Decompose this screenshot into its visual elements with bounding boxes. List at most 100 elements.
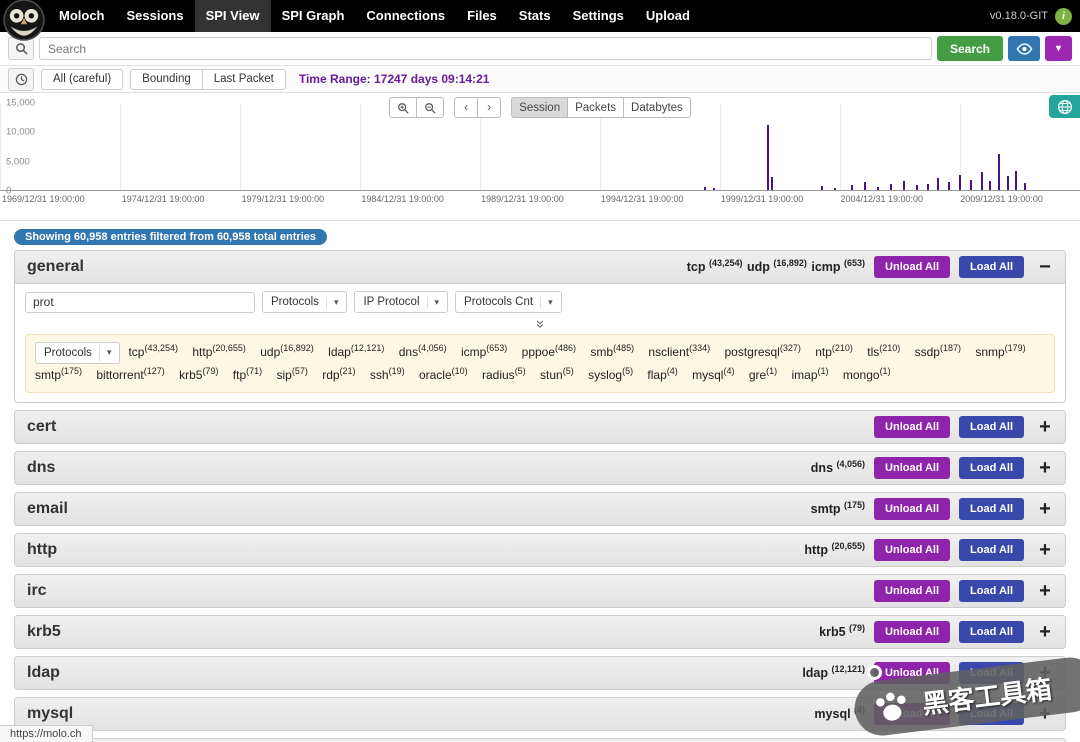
expand-icon[interactable]: + [1037, 622, 1053, 642]
info-icon[interactable]: i [1055, 7, 1072, 25]
nav-item-spi-view[interactable]: SPI View [194, 0, 271, 32]
spi-value[interactable]: smb(485) [590, 343, 634, 359]
spi-value[interactable]: oracle(10) [419, 366, 468, 382]
nav-item-connections[interactable]: Connections [355, 0, 456, 32]
spi-value[interactable]: radius(5) [482, 366, 526, 382]
field-dropdown-ip-protocol[interactable]: IP Protocol ▾ [354, 291, 449, 313]
load-all-button[interactable]: Load All [959, 620, 1024, 643]
field-dropdown-protocols[interactable]: Protocols ▾ [262, 291, 348, 313]
time-range-select[interactable]: All (careful) [41, 68, 124, 90]
spi-value[interactable]: http(20,655) [192, 343, 246, 359]
last-packet-select[interactable]: Last Packet [201, 68, 286, 90]
section-header-dns[interactable]: dns dns (4,056) Unload All Load All + [14, 450, 1066, 485]
expand-icon[interactable]: + [1037, 417, 1053, 437]
spi-header-stat[interactable]: ldap (12,121) [802, 664, 865, 680]
spi-value[interactable]: tcp(43,254) [128, 343, 178, 359]
spi-value[interactable]: syslog(5) [588, 366, 633, 382]
load-all-button[interactable]: Load All [959, 579, 1024, 602]
spi-value[interactable]: stun(5) [540, 366, 574, 382]
expand-icon[interactable]: + [1037, 581, 1053, 601]
spi-header-stat[interactable]: smtp (175) [811, 500, 865, 516]
section-header-krb5[interactable]: krb5 krb5 (79) Unload All Load All + [14, 614, 1066, 649]
load-all-button[interactable]: Load All [959, 456, 1024, 479]
spi-value[interactable]: ssh(19) [370, 366, 405, 382]
pan-left-button[interactable]: ‹ [454, 97, 479, 118]
spi-value[interactable]: ldap(12,121) [328, 343, 384, 359]
nav-item-settings[interactable]: Settings [562, 0, 635, 32]
spi-value[interactable]: sip(57) [277, 366, 308, 382]
spi-header-stat[interactable]: udp (16,892) [747, 258, 807, 274]
spi-value[interactable]: tls(210) [867, 343, 900, 359]
spi-value[interactable]: postgresql(327) [724, 343, 800, 359]
tab-session[interactable]: Session [511, 97, 569, 118]
spi-value[interactable]: ssdp(187) [915, 343, 961, 359]
unload-all-button[interactable]: Unload All [874, 620, 951, 643]
load-all-button[interactable]: Load All [959, 497, 1024, 520]
moloch-owl-logo[interactable] [3, 0, 45, 41]
section-header-oracle[interactable]: oracle oracle (10) Unload All Load All + [14, 737, 1066, 742]
section-header-http[interactable]: http http (20,655) Unload All Load All + [14, 532, 1066, 567]
section-header-email[interactable]: email smtp (175) Unload All Load All + [14, 491, 1066, 526]
values-field-dropdown[interactable]: Protocols ▾ [35, 341, 121, 364]
load-all-button[interactable]: Load All [959, 415, 1024, 438]
zoom-out-button[interactable] [416, 97, 445, 118]
spi-header-stat[interactable]: krb5 (79) [819, 623, 865, 639]
spi-value[interactable]: bittorrent(127) [96, 366, 164, 382]
field-dropdown-protocols-cnt[interactable]: Protocols Cnt ▾ [455, 291, 562, 313]
spi-value[interactable]: mongo(1) [843, 366, 891, 382]
unload-all-button[interactable]: Unload All [874, 415, 951, 438]
section-header-cert[interactable]: cert Unload All Load All + [14, 409, 1066, 444]
spi-header-stat[interactable]: http (20,655) [804, 541, 865, 557]
expand-icon[interactable]: + [1037, 458, 1053, 478]
spi-value[interactable]: smtp(175) [35, 366, 82, 382]
expand-icon[interactable]: + [1037, 499, 1053, 519]
zoom-in-button[interactable] [389, 97, 418, 118]
expand-icon[interactable]: + [1037, 540, 1053, 560]
spi-value[interactable]: krb5(79) [179, 366, 218, 382]
unload-all-button[interactable]: Unload All [874, 497, 951, 520]
view-sessions-button[interactable] [1008, 36, 1040, 61]
spi-value[interactable]: mysql(4) [692, 366, 734, 382]
unload-all-button[interactable]: Unload All [874, 456, 951, 479]
spi-value[interactable]: icmp(653) [461, 343, 507, 359]
map-toggle-button[interactable] [1049, 95, 1080, 118]
load-all-button[interactable]: Load All [959, 538, 1024, 561]
search-actions-dropdown-button[interactable]: ▾ [1045, 36, 1072, 61]
nav-item-upload[interactable]: Upload [635, 0, 701, 32]
spi-value[interactable]: udp(16,892) [260, 343, 314, 359]
spi-header-stat[interactable]: tcp (43,254) [687, 258, 743, 274]
bounding-select[interactable]: Bounding [130, 68, 203, 90]
spi-value[interactable]: pppoe(486) [522, 343, 576, 359]
double-chevron-down-icon[interactable]: » [532, 320, 549, 328]
section-header-general[interactable]: general tcp (43,254) udp (16,892) icmp (… [14, 250, 1066, 284]
pan-right-button[interactable]: › [477, 97, 502, 118]
nav-item-moloch[interactable]: Moloch [48, 0, 116, 32]
nav-item-files[interactable]: Files [456, 0, 508, 32]
nav-item-sessions[interactable]: Sessions [116, 0, 195, 32]
spi-value[interactable]: flap(4) [647, 366, 677, 382]
search-button[interactable]: Search [936, 36, 1003, 61]
time-addon-button[interactable] [8, 67, 34, 91]
load-all-button[interactable]: Load All [959, 256, 1024, 278]
spi-value[interactable]: ntp(210) [815, 343, 853, 359]
spi-value[interactable]: rdp(21) [322, 366, 355, 382]
section-header-irc[interactable]: irc Unload All Load All + [14, 573, 1066, 608]
spi-value[interactable]: ftp(71) [233, 366, 262, 382]
tab-packets[interactable]: Packets [567, 97, 625, 118]
unload-all-button[interactable]: Unload All [874, 538, 951, 561]
spi-header-stat[interactable]: dns (4,056) [811, 459, 865, 475]
spi-header-stat[interactable]: icmp (653) [811, 258, 865, 274]
field-filter-input[interactable] [25, 291, 255, 313]
search-input[interactable] [39, 37, 932, 60]
unload-all-button[interactable]: Unload All [874, 579, 951, 602]
spi-value[interactable]: snmp(179) [975, 343, 1025, 359]
unload-all-button[interactable]: Unload All [874, 256, 951, 278]
spi-value[interactable]: dns(4,056) [399, 343, 447, 359]
nav-item-stats[interactable]: Stats [508, 0, 562, 32]
nav-item-spi-graph[interactable]: SPI Graph [271, 0, 356, 32]
spi-value[interactable]: nsclient(334) [648, 343, 710, 359]
tab-databytes[interactable]: Databytes [623, 97, 691, 118]
collapse-icon[interactable]: − [1037, 257, 1053, 277]
spi-value[interactable]: imap(1) [792, 366, 829, 382]
spi-value[interactable]: gre(1) [749, 366, 777, 382]
